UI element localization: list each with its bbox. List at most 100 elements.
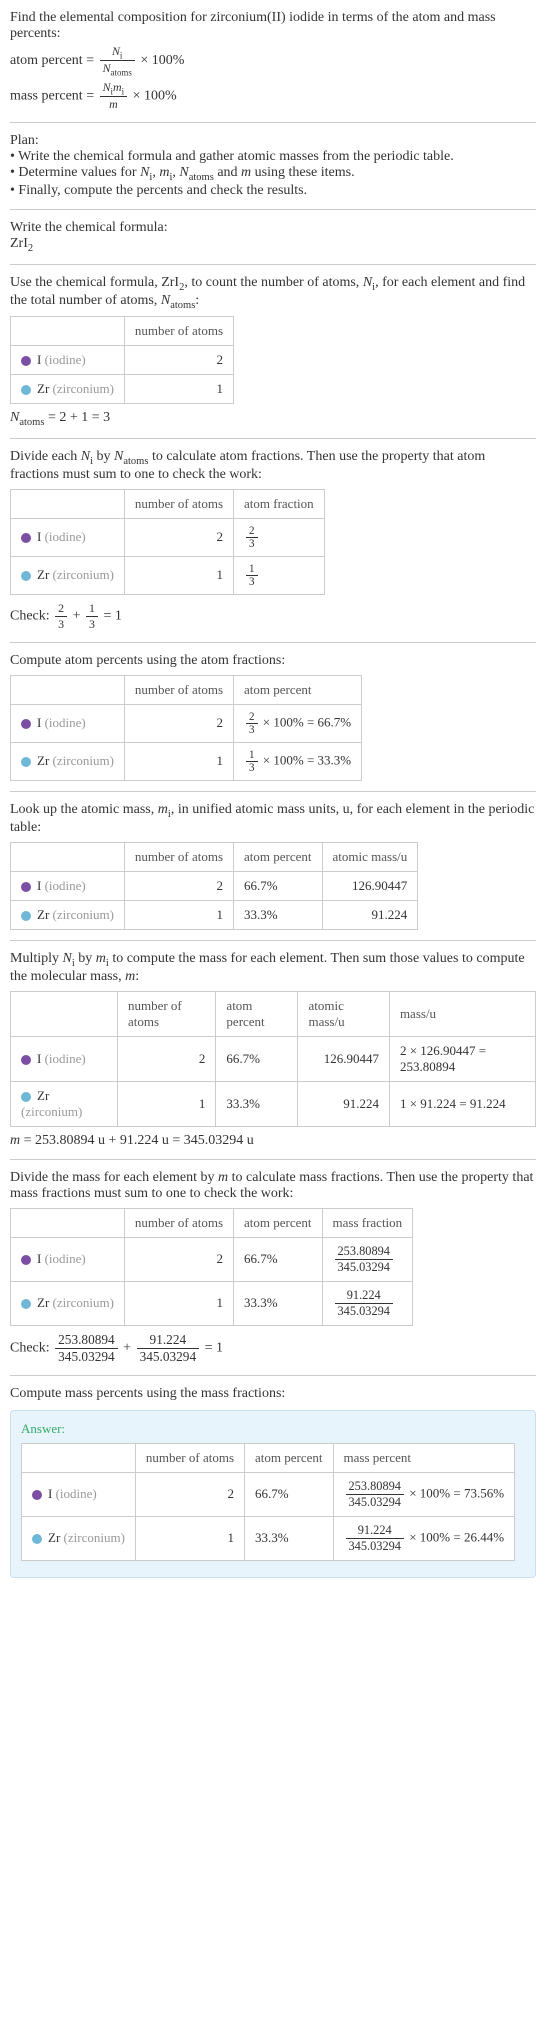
el-name: (zirconium) <box>53 1295 114 1310</box>
var: N <box>10 410 19 425</box>
dot-icon <box>21 1092 31 1102</box>
el-name: (iodine) <box>45 529 86 544</box>
var: N <box>161 293 170 308</box>
element-cell: I (iodine) <box>11 518 125 556</box>
b: 345.03294 <box>55 1349 118 1365</box>
element-cell: I (iodine) <box>11 871 125 900</box>
th-natoms: number of atoms <box>124 675 233 704</box>
t: 91.224 <box>335 1288 393 1304</box>
var: m <box>96 951 106 966</box>
plan-title: Plan: <box>10 133 536 149</box>
th-natoms: number of atoms <box>135 1443 244 1472</box>
massfrac-block: Divide the mass for each element by m to… <box>10 1170 536 1365</box>
dot-icon <box>21 719 31 729</box>
frac-top: 1 <box>246 563 258 576</box>
atompct-block: Compute atom percents using the atom fra… <box>10 653 536 781</box>
pct-cell: 66.7% <box>234 1237 323 1281</box>
text: : <box>195 293 199 308</box>
var-m2: m <box>109 97 118 111</box>
table-row: I (iodine) 2 23 <box>11 518 325 556</box>
t: 2 <box>55 601 67 617</box>
divider <box>10 122 536 123</box>
t: 253.80894 <box>335 1244 393 1260</box>
plan-bullet-2: • Determine values for Ni, mi, Natoms an… <box>10 165 536 183</box>
n-cell: 1 <box>124 556 233 594</box>
th-natoms: number of atoms <box>124 317 233 346</box>
intro-text: Find the elemental composition for zirco… <box>10 10 536 42</box>
fraction: Ni Natoms <box>100 44 135 78</box>
n-cell: 2 <box>124 871 233 900</box>
divider <box>10 791 536 792</box>
b: 3 <box>86 617 98 632</box>
plan-bullet-3: • Finally, compute the percents and chec… <box>10 183 536 199</box>
th-blank <box>11 842 125 871</box>
dot-icon <box>21 1255 31 1265</box>
th-mfrac: mass fraction <box>322 1208 413 1237</box>
n-cell: 2 <box>135 1472 244 1516</box>
dot-icon <box>21 385 31 395</box>
molmass-table: number of atomsatom percentatomic mass/u… <box>10 991 536 1127</box>
text: × 100% = 66.7% <box>260 714 352 729</box>
element-cell: Zr (zirconium) <box>22 1516 136 1560</box>
dot-icon <box>32 1534 42 1544</box>
el-symbol: I <box>37 878 41 893</box>
table-row: I (iodine) 2 23 × 100% = 66.7% <box>11 704 362 742</box>
mpct-cell: 91.224345.03294 × 100% = 26.44% <box>333 1516 515 1560</box>
table-row: Zr (zirconium) 1 13 <box>11 556 325 594</box>
th-massu: mass/u <box>389 991 535 1036</box>
times-100: × 100% <box>140 53 184 68</box>
amass-cell: 91.224 <box>298 1081 389 1126</box>
sub: atoms <box>170 299 195 310</box>
th-blank <box>22 1443 136 1472</box>
intro-block: Find the elemental composition for zirco… <box>10 10 536 112</box>
equals: = <box>86 53 94 68</box>
atommass-intro: Look up the atomic mass, mi, in unified … <box>10 802 536 836</box>
el-symbol: I <box>37 715 41 730</box>
th-apct: atom percent <box>216 991 298 1036</box>
massfrac-table: number of atomsatom percentmass fraction… <box>10 1208 413 1326</box>
b: 3 <box>55 617 67 632</box>
el-name: (iodine) <box>45 1251 86 1266</box>
divider <box>10 1159 536 1160</box>
table-row: Zr (zirconium) 1 <box>11 375 234 404</box>
var-N3: N <box>103 80 111 94</box>
table-row: I (iodine) 2 <box>11 346 234 375</box>
pct-cell: 33.3% <box>216 1081 298 1126</box>
el-name: (zirconium) <box>21 1104 82 1119</box>
dot-icon <box>21 757 31 767</box>
massu-cell: 2 × 126.90447 = 253.80894 <box>389 1036 535 1081</box>
text: + <box>69 609 84 624</box>
masspct-intro: Compute mass percents using the mass fra… <box>10 1386 536 1402</box>
var: m <box>241 165 251 180</box>
pct-cell: 66.7% <box>245 1472 334 1516</box>
pct-cell: 66.7% <box>216 1036 298 1081</box>
th-natoms: number of atoms <box>124 489 233 518</box>
sub-i3: i <box>122 86 124 96</box>
massfrac-check: Check: 253.80894345.03294 + 91.224345.03… <box>10 1332 536 1365</box>
n-cell: 2 <box>124 346 233 375</box>
text: by <box>93 449 114 464</box>
th-blank <box>11 317 125 346</box>
mass-percent-label: mass percent <box>10 88 83 103</box>
text: × 100% = 73.56% <box>406 1485 504 1500</box>
table-row: Zr (zirconium) 1 13 × 100% = 33.3% <box>11 742 362 780</box>
text: × 100% = 33.3% <box>260 752 352 767</box>
divider <box>10 438 536 439</box>
b: 345.03294 <box>137 1349 200 1365</box>
massfrac-intro: Divide the mass for each element by m to… <box>10 1170 536 1202</box>
el-symbol: I <box>48 1486 52 1501</box>
dot-icon <box>21 356 31 366</box>
var-N2: N <box>103 61 111 75</box>
th-mpct: mass percent <box>333 1443 515 1472</box>
pct-cell: 33.3% <box>234 900 323 929</box>
text: = 1 <box>100 609 122 624</box>
n-cell: 2 <box>124 704 233 742</box>
el-symbol: Zr <box>37 907 49 922</box>
b: 3 <box>246 724 258 736</box>
text: : <box>135 969 139 984</box>
var: N <box>179 165 188 180</box>
answer-label: Answer: <box>21 1421 525 1437</box>
table-row: I (iodine) 2 66.7% 253.80894345.03294 × … <box>22 1472 515 1516</box>
text: , to count the number of atoms, <box>184 275 362 290</box>
table-row: I (iodine) 2 66.7% 253.80894345.03294 <box>11 1237 413 1281</box>
